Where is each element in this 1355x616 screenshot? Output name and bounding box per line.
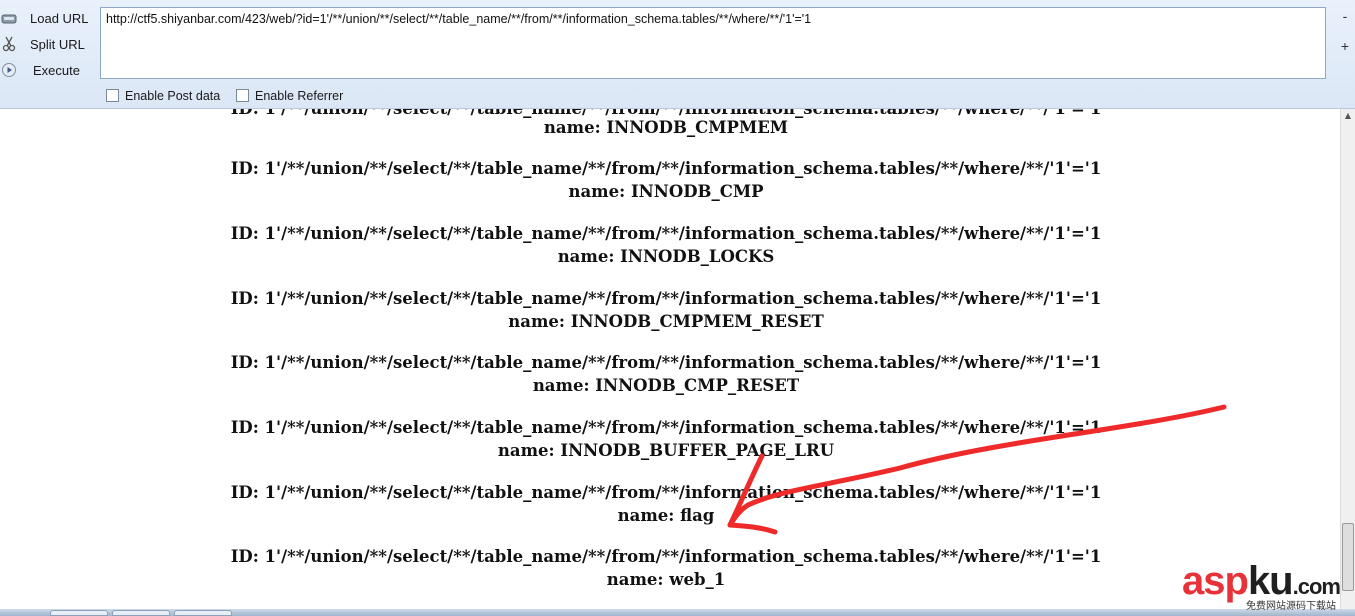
split-url-label: Split URL <box>30 37 85 52</box>
result-entry: ID: 1'/**/union/**/select/**/table_name/… <box>0 222 1332 268</box>
enable-post-checkbox[interactable]: Enable Post data <box>106 89 220 105</box>
expand-button[interactable]: + <box>1338 38 1352 54</box>
execute-label: Execute <box>33 63 80 78</box>
result-id: ID: 1'/**/union/**/select/**/table_name/… <box>230 159 1102 178</box>
taskbar <box>0 609 1355 616</box>
result-id: ID: 1'/**/union/**/select/**/table_name/… <box>230 418 1102 437</box>
result-entry: ID: 1'/**/union/**/select/**/table_name/… <box>0 351 1332 397</box>
taskbar-button[interactable] <box>174 610 232 616</box>
play-icon <box>2 63 16 77</box>
result-entry: ID: 1'/**/union/**/select/**/table_name/… <box>0 416 1332 462</box>
result-entry: name: INNODB_CMPMEM <box>0 116 1332 139</box>
result-id: ID: 1'/**/union/**/select/**/table_name/… <box>230 224 1102 243</box>
shrink-button[interactable]: - <box>1338 8 1352 24</box>
site-watermark: aspku.com 免费网站源码下载站 <box>1182 558 1352 612</box>
scissors-icon <box>2 36 16 52</box>
watermark-tagline: 免费网站源码下载站 <box>1246 601 1336 612</box>
load-url-icon <box>1 14 17 24</box>
result-entry: ID: 1'/**/union/**/select/**/table_name/… <box>0 157 1332 203</box>
enable-post-label: Enable Post data <box>125 89 221 103</box>
enable-referrer-checkbox[interactable]: Enable Referrer <box>236 89 343 105</box>
enable-post-checkbox-box[interactable] <box>106 89 119 102</box>
result-name: name: web_1 <box>606 570 726 589</box>
result-id: ID: 1'/**/union/**/select/**/table_name/… <box>230 353 1102 372</box>
result-name: name: INNODB_CMP_RESET <box>532 376 800 395</box>
result-entry: ID: 1'/**/union/**/select/**/table_name/… <box>0 545 1332 591</box>
result-name: name: INNODB_LOCKS <box>557 247 775 266</box>
result-name: name: INNODB_CMPMEM_RESET <box>508 312 824 331</box>
taskbar-button[interactable] <box>50 610 108 616</box>
enable-referrer-checkbox-box[interactable] <box>236 89 249 102</box>
taskbar-button[interactable] <box>112 610 170 616</box>
watermark-asp: asp <box>1182 559 1249 603</box>
page-content: ID: 1'/**/union/**/select/**/table_name/… <box>0 109 1340 609</box>
result-id: ID: 1'/**/union/**/select/**/table_name/… <box>230 547 1102 566</box>
result-name: name: INNODB_BUFFER_PAGE_LRU <box>497 441 835 460</box>
execute-button[interactable]: Execute <box>0 59 98 83</box>
scroll-up-arrow-icon[interactable]: ▲ <box>1341 109 1355 123</box>
result-id: ID: 1'/**/union/**/select/**/table_name/… <box>230 483 1102 502</box>
load-url-button[interactable]: Load URL <box>0 7 98 31</box>
result-entry: ID: 1'/**/union/**/select/**/table_name/… <box>0 287 1332 333</box>
load-url-label: Load URL <box>30 11 89 26</box>
result-entry: ID: 1'/**/union/**/select/**/table_name/… <box>0 481 1332 527</box>
hackbar-toolbar: Load URL Split URL Execute http://ctf5.s… <box>0 0 1355 109</box>
result-id: ID: 1'/**/union/**/select/**/table_name/… <box>230 289 1102 308</box>
result-name: name: INNODB_CMPMEM <box>543 118 789 137</box>
result-name: name: INNODB_CMP <box>568 182 764 201</box>
enable-referrer-label: Enable Referrer <box>255 89 344 103</box>
watermark-com: .com <box>1292 574 1341 599</box>
url-input[interactable]: http://ctf5.shiyanbar.com/423/web/?id=1'… <box>100 7 1326 79</box>
split-url-button[interactable]: Split URL <box>0 33 98 57</box>
result-name: name: flag <box>617 506 715 525</box>
vertical-scrollbar[interactable]: ▲ <box>1340 109 1355 609</box>
